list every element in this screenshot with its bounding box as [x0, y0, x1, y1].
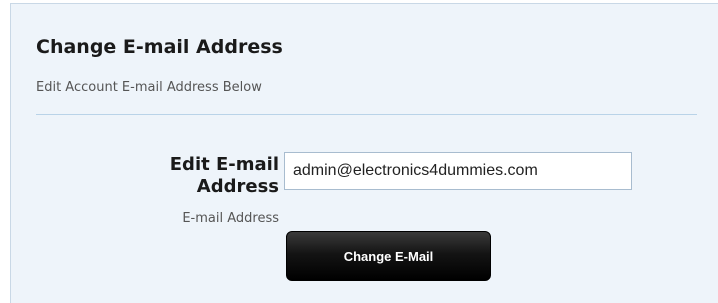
change-email-button[interactable]: Change E-Mail [286, 231, 491, 281]
panel-title: Change E-mail Address [36, 36, 283, 58]
email-field-hint: E-mail Address [182, 211, 279, 226]
email-field-label: Edit E-mail Address [169, 154, 279, 197]
change-email-panel: Change E-mail Address Edit Account E-mai… [10, 3, 718, 303]
section-divider [36, 114, 697, 115]
panel-subtitle: Edit Account E-mail Address Below [36, 80, 262, 95]
email-field[interactable] [284, 152, 632, 190]
